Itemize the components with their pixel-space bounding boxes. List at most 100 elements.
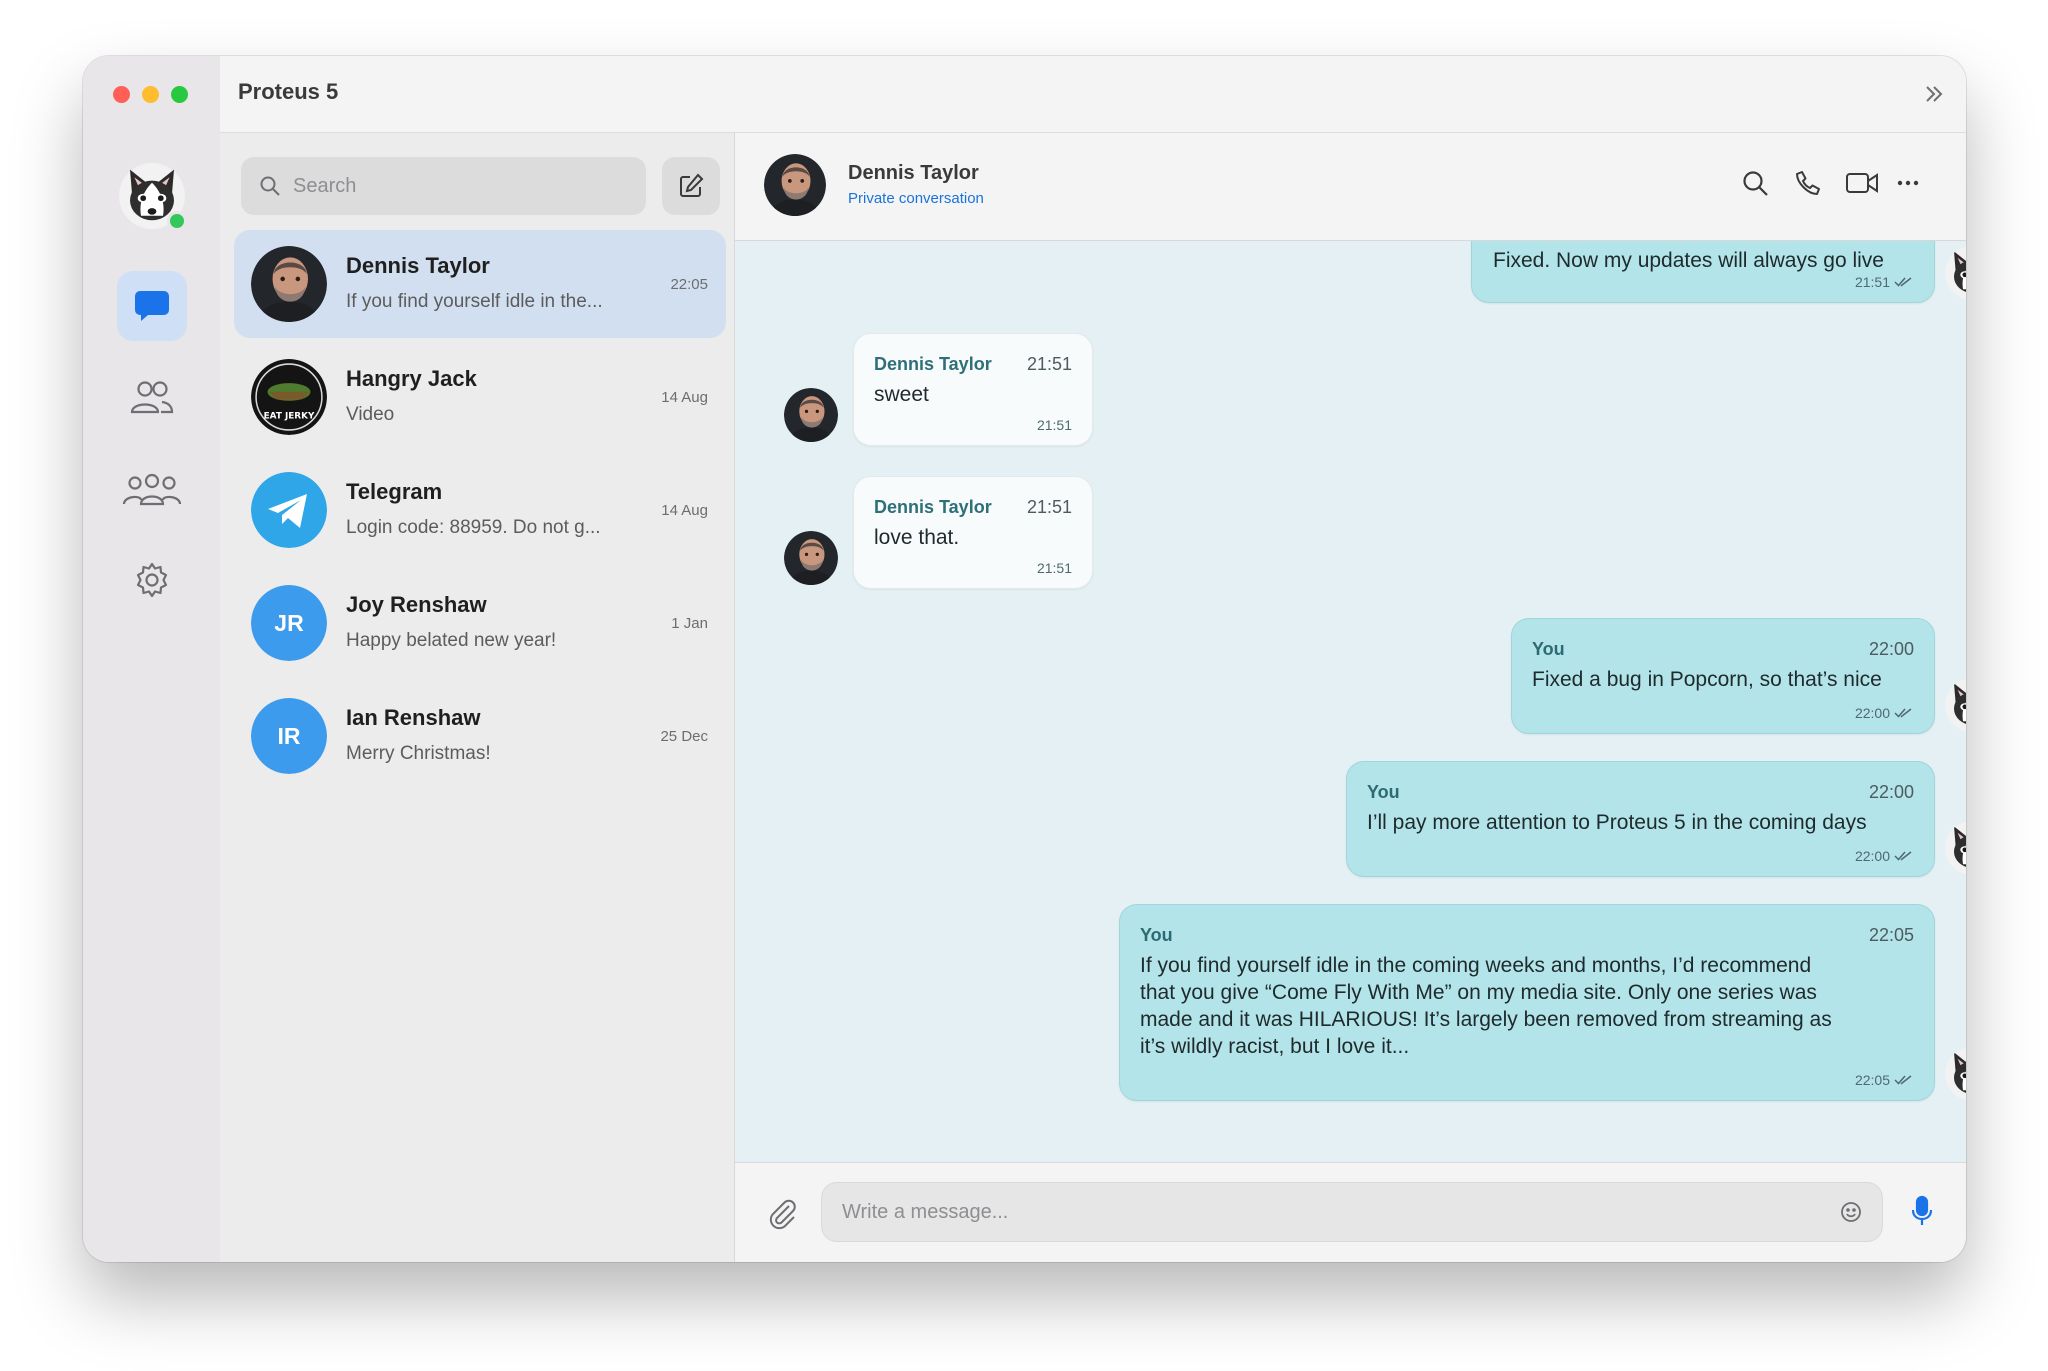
search-messages-button[interactable] xyxy=(1739,167,1771,199)
avatar: JR xyxy=(251,585,327,661)
message-time: 21:51 xyxy=(1036,417,1072,433)
contact-avatar[interactable] xyxy=(764,154,826,216)
avatar xyxy=(251,359,327,435)
search-field[interactable] xyxy=(241,157,646,215)
search-input[interactable] xyxy=(293,157,633,215)
message-bubble-outgoing[interactable]: You 22:00 I’ll pay more attention to Pro… xyxy=(1346,761,1935,877)
search-icon xyxy=(1743,171,1768,196)
chat-item-ian-renshaw[interactable]: IR Ian Renshaw Merry Christmas! 25 Dec xyxy=(234,682,726,790)
message-status: 22:00 xyxy=(1855,848,1914,864)
message-time: 22:05 xyxy=(1854,1072,1890,1088)
video-camera-icon xyxy=(1846,173,1878,193)
message-time: 21:51 xyxy=(1854,274,1890,290)
avatar xyxy=(251,472,327,548)
message-sender: Dennis Taylor xyxy=(874,354,992,374)
minimize-window-button[interactable] xyxy=(142,86,159,103)
message-header-time: 22:05 xyxy=(1868,925,1914,945)
voice-message-button[interactable] xyxy=(1910,1195,1934,1232)
collapse-panel-button[interactable] xyxy=(1920,80,1948,108)
message-sender: Dennis Taylor xyxy=(874,497,992,517)
video-call-button[interactable] xyxy=(1844,167,1880,199)
message-bubble-outgoing[interactable]: Fixed. Now my updates will always go liv… xyxy=(1471,241,1935,303)
chat-item-telegram[interactable]: Telegram Login code: 88959. Do not g... … xyxy=(234,456,726,564)
message-bubble-incoming[interactable]: Dennis Taylor 21:51 sweet 21:51 xyxy=(853,333,1093,446)
double-check-icon xyxy=(1894,707,1914,719)
app-window: Proteus 5 Dennis Taylor If you find your… xyxy=(83,56,1966,1262)
app-title: Proteus 5 xyxy=(238,79,339,104)
more-options-button[interactable] xyxy=(1892,167,1924,199)
title-bar: Proteus 5 xyxy=(220,56,1966,133)
sender-avatar xyxy=(1945,678,1966,732)
window-controls xyxy=(113,86,188,103)
ellipsis-icon xyxy=(1897,180,1919,186)
attach-button[interactable] xyxy=(765,1196,799,1235)
voice-call-button[interactable] xyxy=(1792,167,1824,199)
message-sender: You xyxy=(1140,925,1173,945)
message-bubble-incoming[interactable]: Dennis Taylor 21:51 love that. 21:51 xyxy=(853,476,1093,589)
compose-icon xyxy=(680,173,704,197)
telegram-logo-icon xyxy=(251,472,327,548)
avatar xyxy=(251,246,327,322)
message-status: 21:51 xyxy=(1855,274,1914,290)
message-text: I’ll pay more attention to Proteus 5 in … xyxy=(1367,811,1867,834)
nav-contacts-button[interactable] xyxy=(117,362,187,432)
microphone-icon xyxy=(1911,1195,1933,1225)
nav-groups-button[interactable] xyxy=(117,454,187,524)
message-bubble-outgoing[interactable]: You 22:00 Fixed a bug in Popcorn, so tha… xyxy=(1511,618,1935,734)
message-header-time: 22:00 xyxy=(1868,639,1914,659)
nav-settings-button[interactable] xyxy=(117,545,187,615)
chat-item-dennis-taylor[interactable]: Dennis Taylor If you find yourself idle … xyxy=(234,230,726,338)
nav-chats-button[interactable] xyxy=(117,271,187,341)
message-text: sweet xyxy=(874,383,929,406)
emoji-icon[interactable] xyxy=(1840,1201,1862,1223)
conversation-type: Private conversation xyxy=(848,190,984,207)
message-time: 21:51 xyxy=(1036,560,1072,576)
message-field[interactable] xyxy=(821,1182,1883,1242)
zoom-window-button[interactable] xyxy=(171,86,188,103)
chat-preview: Merry Christmas! xyxy=(346,743,491,764)
message-text-line: If you find yourself idle in the coming … xyxy=(1140,954,1812,977)
message-header-time: 21:51 xyxy=(1026,354,1072,374)
chat-item-joy-renshaw[interactable]: JR Joy Renshaw Happy belated new year! 1… xyxy=(234,569,726,677)
message-text: Fixed. Now my updates will always go liv… xyxy=(1493,249,1884,272)
message-sender: You xyxy=(1367,782,1400,802)
phone-icon xyxy=(1796,171,1820,195)
message-time: 22:00 xyxy=(1854,848,1890,864)
chat-time: 14 Aug xyxy=(661,502,708,519)
avatar-initials: IR xyxy=(251,698,327,774)
chat-preview: Login code: 88959. Do not g... xyxy=(346,517,601,538)
message-sender: You xyxy=(1532,639,1565,659)
message-time: 22:00 xyxy=(1854,705,1890,721)
message-text: love that. xyxy=(874,526,960,549)
double-check-icon xyxy=(1894,276,1914,288)
message-header-time: 21:51 xyxy=(1026,497,1072,517)
avatar: IR xyxy=(251,698,327,774)
chat-name: Joy Renshaw xyxy=(346,592,487,617)
paperclip-icon xyxy=(769,1199,796,1230)
message-input[interactable] xyxy=(842,1183,1802,1241)
message-status: 22:00 xyxy=(1855,705,1914,721)
nav-rail xyxy=(83,56,221,1262)
chat-time: 22:05 xyxy=(670,276,708,293)
chat-bubble-icon xyxy=(135,291,169,321)
message-status: 21:51 xyxy=(1037,560,1072,576)
contact-name[interactable]: Dennis Taylor xyxy=(848,162,979,185)
sender-avatar xyxy=(1945,821,1966,875)
message-composer xyxy=(735,1162,1966,1262)
chat-time: 14 Aug xyxy=(661,389,708,406)
conversation-panel: Dennis Taylor Private conversation Fixed… xyxy=(735,133,1966,1262)
groups-icon xyxy=(122,473,182,506)
double-chevron-right-icon xyxy=(1926,86,1943,102)
conversation-header: Dennis Taylor Private conversation xyxy=(735,133,1966,241)
chat-preview: Happy belated new year! xyxy=(346,630,557,651)
sender-avatar xyxy=(1945,1047,1966,1101)
chat-list-panel: Dennis Taylor If you find yourself idle … xyxy=(220,133,735,1262)
close-window-button[interactable] xyxy=(113,86,130,103)
message-header-time: 22:00 xyxy=(1868,782,1914,802)
message-bubble-outgoing[interactable]: You 22:05 If you find yourself idle in t… xyxy=(1119,904,1935,1101)
chat-item-hangry-jack[interactable]: Hangry Jack Video 14 Aug xyxy=(234,343,726,451)
profile-avatar[interactable] xyxy=(119,163,187,231)
chat-name: Dennis Taylor xyxy=(346,253,490,278)
search-icon xyxy=(260,176,280,196)
compose-button[interactable] xyxy=(662,157,720,215)
